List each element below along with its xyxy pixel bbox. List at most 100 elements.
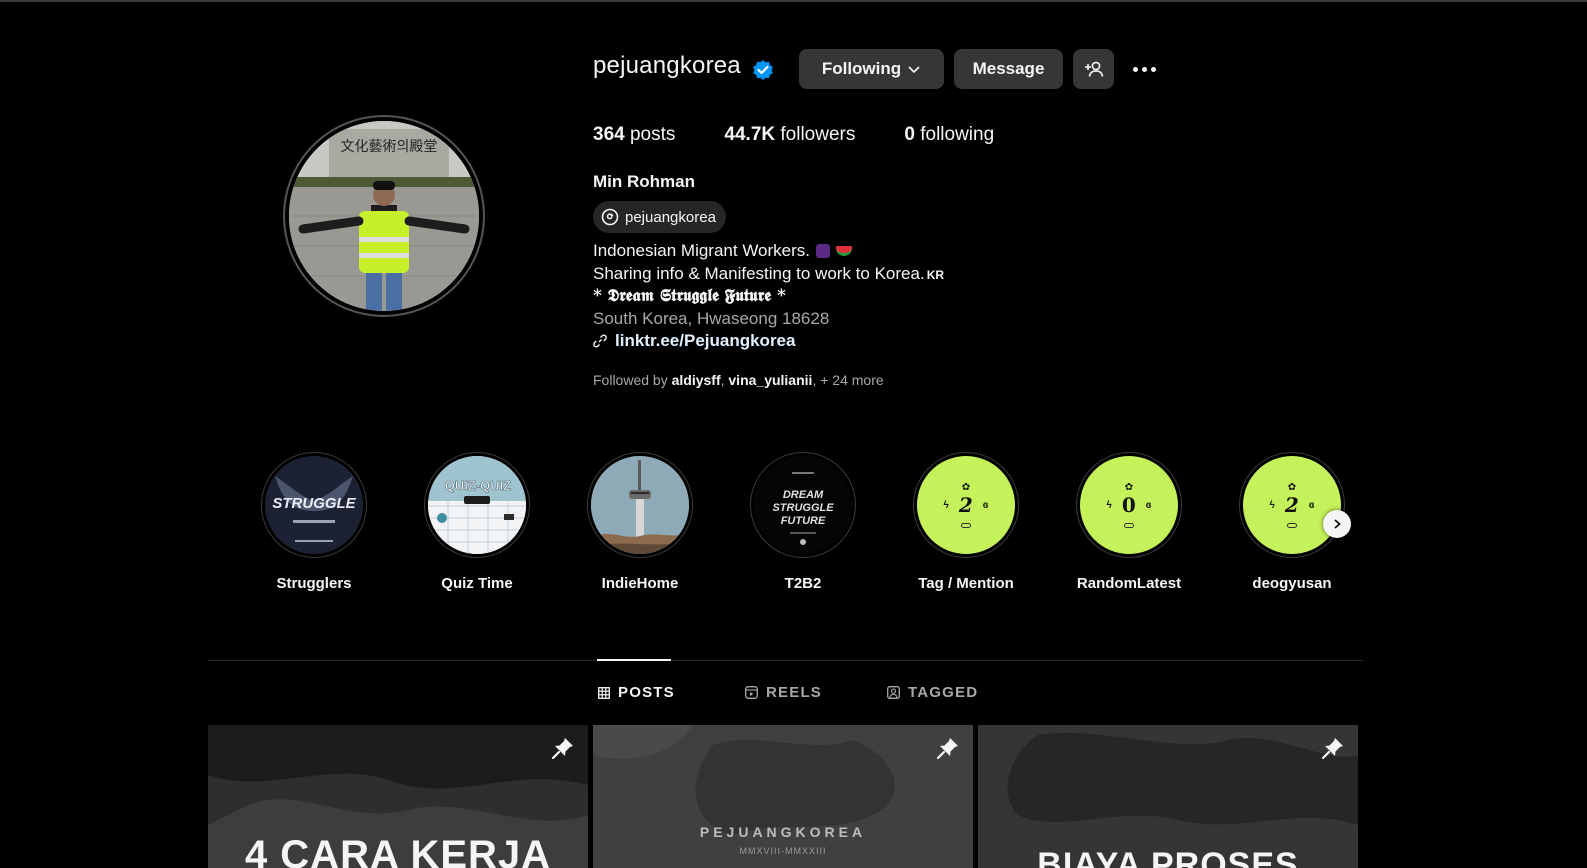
posts-label: posts xyxy=(629,124,676,145)
pin-icon xyxy=(936,738,958,760)
tagged-icon xyxy=(887,686,900,699)
followers-stat[interactable]: 44.7K followers xyxy=(724,124,855,146)
swirl-icon: ɞ xyxy=(1145,499,1152,511)
bio-line-3: * 𝕯𝖗𝖊𝖆𝖒 𝕾𝖙𝖗𝖚𝖌𝖌𝖑𝖊 𝕱𝖚𝖙𝖚𝖗𝖊 * xyxy=(593,286,786,306)
chevron-down-icon xyxy=(908,66,920,74)
grid-icon xyxy=(598,686,610,699)
window-top-border xyxy=(0,0,1587,2)
profile-full-name: Min Rohman xyxy=(593,172,695,191)
reels-icon xyxy=(745,686,758,699)
highlight-item[interactable]: ✿ ϟ2ɞ Tag / Mention xyxy=(913,452,1019,592)
tag-icon xyxy=(1287,523,1297,528)
highlight-item[interactable]: QUIZ-QUIZ Quiz Time xyxy=(424,452,530,592)
bio-location[interactable]: South Korea, Hwaseong 18628 xyxy=(593,308,944,331)
post-tile[interactable]: 4 CARA KERJA xyxy=(208,725,588,868)
chevron-right-icon xyxy=(1334,519,1341,529)
sparkle-icon: ✿ xyxy=(1124,482,1134,493)
bio-link-text[interactable]: linktr.ee/Pejuangkorea xyxy=(615,330,795,353)
highlight-cover-text: 2 xyxy=(958,493,973,517)
tab-tagged-label: TAGGED xyxy=(908,684,979,701)
svg-text:DREAM: DREAM xyxy=(783,489,824,501)
following-stat[interactable]: 0 following xyxy=(904,124,994,146)
verified-badge-icon xyxy=(751,58,775,82)
post-text: PEJUANGKOREA xyxy=(699,824,867,840)
highlight-label: Quiz Time xyxy=(441,575,513,592)
highlight-cover: ✿ ϟ0ɞ xyxy=(1080,456,1178,554)
threads-badge[interactable]: pejuangkorea xyxy=(593,201,726,233)
tab-posts[interactable]: POSTS xyxy=(598,684,675,701)
tab-tagged[interactable]: TAGGED xyxy=(887,684,978,701)
posts-count: 364 xyxy=(593,124,625,145)
profile-stats: 364 posts 44.7K followers 0 following xyxy=(593,124,1043,146)
add-person-icon xyxy=(1084,61,1103,77)
bio-link[interactable]: linktr.ee/Pejuangkorea xyxy=(593,330,944,353)
pin-icon xyxy=(551,738,573,760)
posts-stat: 364 posts xyxy=(593,124,675,146)
ninja-emoji-icon xyxy=(816,244,831,258)
message-button[interactable]: Message xyxy=(954,49,1063,89)
suggested-users-button[interactable] xyxy=(1073,49,1114,89)
highlight-cover: STRUGGLE xyxy=(265,456,363,554)
highlight-cover: QUIZ-QUIZ xyxy=(428,456,526,554)
more-options-icon[interactable] xyxy=(1128,58,1160,80)
followed-by-prefix: Followed by xyxy=(593,372,668,388)
highlight-label: IndieHome xyxy=(601,575,679,592)
highlights-next-button[interactable] xyxy=(1323,510,1351,538)
svg-text:FUTURE: FUTURE xyxy=(781,515,826,527)
threads-handle: pejuangkorea xyxy=(625,208,716,226)
highlight-label: T2B2 xyxy=(784,575,822,592)
korea-flag-text: KR xyxy=(926,267,945,282)
highlight-cover-text: QUIZ-QUIZ xyxy=(445,478,511,493)
tag-icon xyxy=(961,523,971,528)
highlight-cover-text: STRUGGLE xyxy=(272,495,356,512)
followers-label: followers xyxy=(780,124,856,145)
followed-by-separator: , xyxy=(720,372,725,388)
followed-by-more: , + 24 more xyxy=(812,372,884,388)
bio-line-1-text: Indonesian Migrant Workers. xyxy=(593,241,811,260)
highlight-cover: ✿ ϟ2ɞ xyxy=(1243,456,1341,554)
post-text: BIAYA PROSES xyxy=(1037,846,1299,868)
swirl-icon: ɞ xyxy=(982,499,989,511)
followers-count: 44.7K xyxy=(724,124,776,145)
tab-reels[interactable]: REELS xyxy=(745,684,822,701)
tabs-divider xyxy=(208,660,1363,661)
post-tile[interactable]: PEJUANGKOREA MMXVIII-MMXXIII xyxy=(593,725,973,868)
tag-icon xyxy=(1124,523,1134,528)
following-button-label: Following xyxy=(821,59,902,78)
swirl-icon: ɞ xyxy=(1308,499,1315,511)
bio-line-2: Sharing info & Manifesting to work to Ko… xyxy=(593,263,944,286)
highlight-cover: ✿ ϟ2ɞ xyxy=(917,456,1015,554)
post-text: 4 CARA KERJA xyxy=(244,833,552,868)
svg-text:STRUGGLE: STRUGGLE xyxy=(772,502,834,514)
bolt-icon: ϟ xyxy=(1269,499,1275,511)
highlight-label: Tag / Mention xyxy=(918,575,1014,592)
highlight-item[interactable]: DREAM STRUGGLE FUTURE T2B2 xyxy=(750,452,856,592)
bolt-icon: ϟ xyxy=(1106,499,1112,511)
following-label: following xyxy=(920,124,995,145)
following-button[interactable]: Following xyxy=(799,49,944,89)
highlight-item[interactable]: STRUGGLE Strugglers xyxy=(261,452,367,592)
bolt-icon: ϟ xyxy=(943,499,949,511)
sparkle-icon: ✿ xyxy=(1287,482,1297,493)
watermelon-emoji-icon xyxy=(836,246,853,256)
profile-avatar[interactable]: 文化藝術의殿堂 xyxy=(289,121,479,311)
post-subtext: MMXVIII-MMXXIII xyxy=(739,846,827,856)
highlight-cover xyxy=(591,456,689,554)
followed-by-user-1[interactable]: aldiysff xyxy=(672,372,721,388)
following-count: 0 xyxy=(904,124,915,145)
highlight-item[interactable]: ✿ ϟ0ɞ RandomLatest xyxy=(1076,452,1182,592)
bio-line-2-text: Sharing info & Manifesting to work to Ko… xyxy=(593,263,925,283)
threads-icon xyxy=(601,208,619,226)
followed-by-user-2[interactable]: vina_yulianii xyxy=(728,372,812,388)
highlight-cover: DREAM STRUGGLE FUTURE xyxy=(754,456,852,554)
svg-text:文化藝術의殿堂: 文化藝術의殿堂 xyxy=(341,139,438,155)
bio-line-1: Indonesian Migrant Workers. xyxy=(593,240,944,263)
highlight-label: RandomLatest xyxy=(1076,575,1182,592)
followed-by[interactable]: Followed by aldiysff, vina_yulianii, + 2… xyxy=(593,372,884,388)
link-icon xyxy=(593,334,607,348)
highlight-cover-text: 0 xyxy=(1121,493,1136,517)
post-tile[interactable]: BIAYA PROSES xyxy=(978,725,1358,868)
tab-posts-label: POSTS xyxy=(618,684,675,701)
highlight-item[interactable]: IndieHome xyxy=(587,452,693,592)
active-tab-indicator xyxy=(597,659,671,661)
